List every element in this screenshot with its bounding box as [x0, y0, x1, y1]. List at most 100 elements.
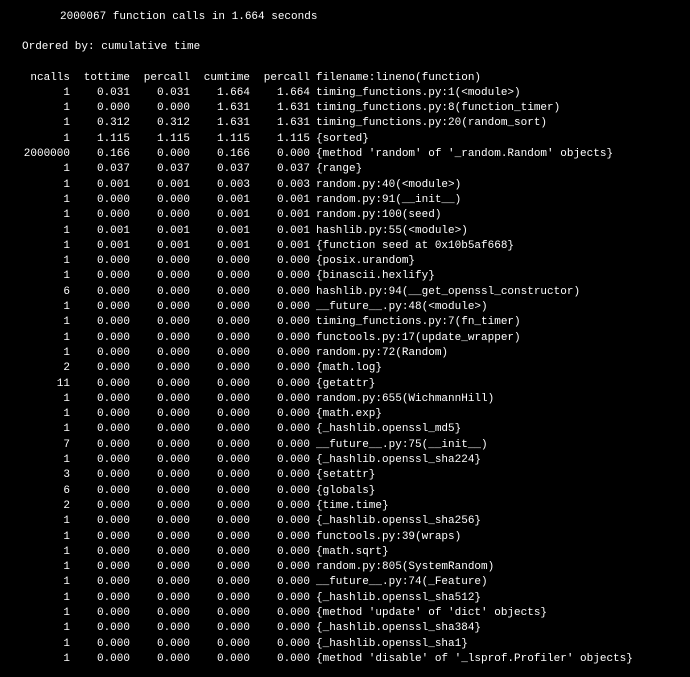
cell-tottime: 0.000 [70, 560, 130, 575]
table-row: 10.0000.0000.0000.000random.py:72(Random… [22, 346, 633, 361]
table-row: 70.0000.0000.0000.000__future__.py:75(__… [22, 438, 633, 453]
cell-tottime: 0.031 [70, 86, 130, 101]
cell-tottime: 0.000 [70, 637, 130, 652]
cell-file: functools.py:17(update_wrapper) [310, 331, 633, 346]
cell-cumtime: 0.000 [190, 514, 250, 529]
cell-percall2: 0.000 [250, 361, 310, 376]
cell-ncalls: 1 [22, 560, 70, 575]
table-row: 10.0000.0000.0000.000{_hashlib.openssl_s… [22, 621, 633, 636]
cell-percall2: 0.000 [250, 453, 310, 468]
cell-file: {math.sqrt} [310, 545, 633, 560]
cell-percall2: 0.000 [250, 560, 310, 575]
cell-percall: 0.001 [130, 178, 190, 193]
cell-percall: 0.312 [130, 116, 190, 131]
cell-cumtime: 0.000 [190, 468, 250, 483]
cell-percall2: 0.000 [250, 147, 310, 162]
cell-tottime: 0.000 [70, 407, 130, 422]
col-cumtime: cumtime [190, 71, 250, 86]
cell-percall: 0.000 [130, 652, 190, 667]
cell-file: {method 'update' of 'dict' objects} [310, 606, 633, 621]
cell-percall2: 1.664 [250, 86, 310, 101]
col-file: filename:lineno(function) [310, 71, 633, 86]
cell-cumtime: 1.115 [190, 132, 250, 147]
cell-percall2: 0.000 [250, 575, 310, 590]
table-row: 10.0000.0000.0000.000functools.py:39(wra… [22, 530, 633, 545]
cell-tottime: 0.000 [70, 285, 130, 300]
cell-tottime: 0.000 [70, 484, 130, 499]
table-row: 10.0000.0000.0000.000{_hashlib.openssl_s… [22, 637, 633, 652]
cell-percall: 0.000 [130, 407, 190, 422]
cell-tottime: 0.001 [70, 178, 130, 193]
cell-tottime: 0.000 [70, 591, 130, 606]
table-row: 60.0000.0000.0000.000{globals} [22, 484, 633, 499]
cell-tottime: 0.000 [70, 208, 130, 223]
cell-cumtime: 0.037 [190, 162, 250, 177]
cell-percall2: 0.000 [250, 331, 310, 346]
cell-file: {_hashlib.openssl_sha1} [310, 637, 633, 652]
col-percall: percall [130, 71, 190, 86]
cell-ncalls: 1 [22, 606, 70, 621]
cell-percall: 0.000 [130, 285, 190, 300]
table-row: 10.0000.0000.0000.000{_hashlib.openssl_s… [22, 591, 633, 606]
cell-file: __future__.py:74(_Feature) [310, 575, 633, 590]
cell-percall: 0.000 [130, 147, 190, 162]
cell-file: {setattr} [310, 468, 633, 483]
cell-ncalls: 1 [22, 346, 70, 361]
cell-ncalls: 1 [22, 575, 70, 590]
table-row: 10.0000.0000.0000.000{math.sqrt} [22, 545, 633, 560]
cell-tottime: 0.000 [70, 269, 130, 284]
table-row: 30.0000.0000.0000.000{setattr} [22, 468, 633, 483]
cell-ncalls: 1 [22, 208, 70, 223]
cell-ncalls: 1 [22, 422, 70, 437]
cell-cumtime: 0.000 [190, 484, 250, 499]
cell-percall2: 0.000 [250, 621, 310, 636]
table-row: 10.0000.0000.0000.000timing_functions.py… [22, 315, 633, 330]
cell-cumtime: 0.000 [190, 407, 250, 422]
table-row: 10.0000.0000.0000.000__future__.py:48(<m… [22, 300, 633, 315]
cell-percall: 0.001 [130, 239, 190, 254]
cell-ncalls: 1 [22, 269, 70, 284]
profile-summary: 2000067 function calls in 1.664 seconds [22, 10, 690, 25]
table-row: 60.0000.0000.0000.000hashlib.py:94(__get… [22, 285, 633, 300]
cell-cumtime: 1.631 [190, 116, 250, 131]
cell-percall2: 0.000 [250, 392, 310, 407]
cell-file: {getattr} [310, 377, 633, 392]
cell-percall: 0.000 [130, 361, 190, 376]
cell-file: random.py:805(SystemRandom) [310, 560, 633, 575]
cell-file: __future__.py:75(__init__) [310, 438, 633, 453]
cell-ncalls: 1 [22, 621, 70, 636]
cell-percall2: 0.001 [250, 239, 310, 254]
cell-percall: 0.000 [130, 575, 190, 590]
table-row: 10.0370.0370.0370.037{range} [22, 162, 633, 177]
cell-ncalls: 1 [22, 86, 70, 101]
cell-percall2: 0.000 [250, 346, 310, 361]
cell-ncalls: 3 [22, 468, 70, 483]
cell-tottime: 0.000 [70, 392, 130, 407]
cell-cumtime: 0.000 [190, 377, 250, 392]
cell-tottime: 0.000 [70, 315, 130, 330]
cell-tottime: 0.000 [70, 514, 130, 529]
cell-percall: 0.037 [130, 162, 190, 177]
cell-tottime: 0.000 [70, 530, 130, 545]
cell-ncalls: 1 [22, 331, 70, 346]
table-row: 10.0000.0000.0000.000{posix.urandom} [22, 254, 633, 269]
cell-tottime: 0.000 [70, 361, 130, 376]
cell-tottime: 0.001 [70, 239, 130, 254]
table-row: 10.0000.0000.0000.000{_hashlib.openssl_m… [22, 422, 633, 437]
cell-percall2: 0.037 [250, 162, 310, 177]
cell-file: {_hashlib.openssl_md5} [310, 422, 633, 437]
cell-ncalls: 1 [22, 591, 70, 606]
cell-cumtime: 0.001 [190, 193, 250, 208]
cell-cumtime: 0.000 [190, 346, 250, 361]
cell-file: {_hashlib.openssl_sha512} [310, 591, 633, 606]
table-row: 10.0000.0000.0000.000{binascii.hexlify} [22, 269, 633, 284]
cell-file: functools.py:39(wraps) [310, 530, 633, 545]
cell-percall: 0.000 [130, 606, 190, 621]
cell-percall2: 0.000 [250, 606, 310, 621]
cell-cumtime: 0.001 [190, 208, 250, 223]
cell-ncalls: 1 [22, 254, 70, 269]
cell-ncalls: 6 [22, 484, 70, 499]
cell-percall: 0.000 [130, 101, 190, 116]
cell-ncalls: 1 [22, 300, 70, 315]
cell-ncalls: 2000000 [22, 147, 70, 162]
